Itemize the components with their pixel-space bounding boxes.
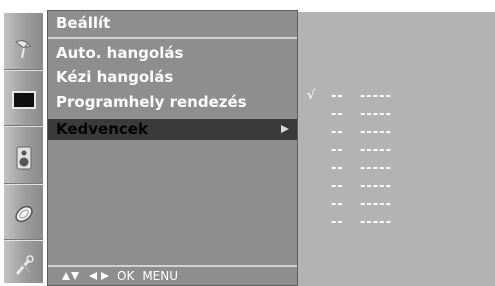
favourite-number: -- (331, 179, 344, 194)
menu-item-label: Kedvencek (56, 120, 148, 138)
up-arrow-icon (62, 272, 70, 280)
favourite-name: ----- (360, 179, 392, 194)
favourite-number: -- (331, 215, 344, 230)
down-arrow-icon (71, 272, 79, 280)
antenna-icon[interactable] (8, 21, 39, 75)
favourite-name: ----- (360, 143, 392, 158)
screen-icon[interactable] (8, 73, 39, 127)
navigation-hint-bar: OK MENU (48, 265, 297, 285)
favourites-panel: √ -- ----- -- ----- -- ----- -- ----- --… (298, 12, 495, 286)
favourite-name: ----- (360, 161, 392, 176)
clock-icon[interactable] (8, 187, 39, 241)
favourite-row[interactable]: -- ----- (298, 143, 495, 161)
setup-menu: Beállít Auto. hangolás Kézi hangolás Pro… (47, 10, 298, 286)
favourite-number: -- (331, 89, 344, 104)
favourite-row[interactable]: -- ----- (298, 215, 495, 233)
right-arrow-icon (101, 272, 109, 280)
check-icon: √ (307, 88, 316, 103)
menu-header: Beállít (48, 11, 297, 39)
favourite-name: ----- (360, 197, 392, 212)
menu-item-label: Auto. hangolás (56, 44, 184, 62)
menu-hint: MENU (142, 269, 179, 283)
ok-hint: OK (117, 269, 135, 283)
favourite-row[interactable]: -- ----- (298, 197, 495, 215)
favourite-number: -- (331, 107, 344, 122)
favourite-name: ----- (360, 125, 392, 140)
icon-divider (4, 125, 43, 127)
icon-divider (4, 69, 43, 71)
menu-item-programme-edit[interactable]: Programhely rendezés (48, 92, 297, 113)
category-icon-column (4, 13, 43, 283)
menu-item-favourites[interactable]: Kedvencek (48, 119, 297, 140)
favourite-number: -- (331, 143, 344, 158)
favourite-name: ----- (360, 89, 392, 104)
favourite-name: ----- (360, 107, 392, 122)
icon-divider (4, 183, 43, 185)
menu-item-label: Kézi hangolás (56, 68, 174, 86)
menu-item-label: Programhely rendezés (56, 93, 247, 111)
menu-title: Beállít (56, 14, 111, 32)
submenu-arrow-icon (281, 125, 289, 133)
favourite-row[interactable]: -- ----- (298, 179, 495, 197)
favourite-number: -- (331, 125, 344, 140)
favourite-number: -- (331, 197, 344, 212)
menu-item-auto-tuning[interactable]: Auto. hangolás (48, 43, 297, 64)
speaker-icon[interactable] (8, 131, 39, 185)
tv-osd-screen: Beállít Auto. hangolás Kézi hangolás Pro… (0, 0, 495, 286)
favourite-row[interactable]: -- ----- (298, 107, 495, 125)
tools-icon[interactable] (8, 239, 39, 286)
favourite-name: ----- (360, 215, 392, 230)
favourite-row[interactable]: √ -- ----- (298, 88, 495, 107)
menu-item-manual-tuning[interactable]: Kézi hangolás (48, 67, 297, 88)
favourite-row[interactable]: -- ----- (298, 125, 495, 143)
left-arrow-icon (89, 272, 97, 280)
favourite-number: -- (331, 161, 344, 176)
favourite-row[interactable]: -- ----- (298, 161, 495, 179)
